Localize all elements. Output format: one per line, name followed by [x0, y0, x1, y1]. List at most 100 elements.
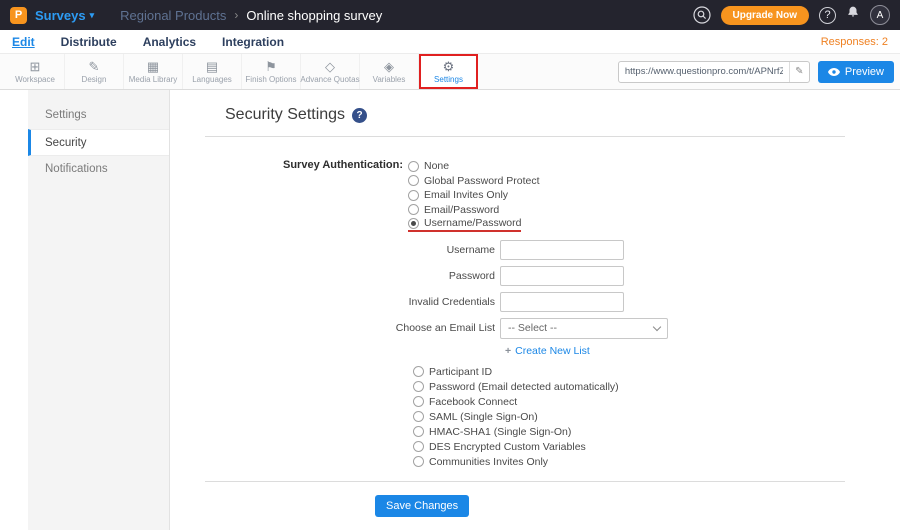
radio-label: Email Invites Only [424, 189, 509, 202]
radio-email-invites-only[interactable]: Email Invites Only [408, 188, 508, 203]
radio-circle-icon[interactable] [413, 411, 424, 423]
breadcrumb: Regional Products › Online shopping surv… [120, 8, 382, 23]
edit-url-pencil-icon[interactable]: ✎ [788, 61, 809, 82]
divider [205, 136, 845, 137]
help-circle-icon[interactable]: ? [352, 107, 368, 123]
radio-label: Password (Email detected automatically) [429, 380, 619, 393]
create-new-list-link[interactable]: + Create New List [505, 345, 590, 357]
credential-fields: Username Password Invalid Credentials Ch… [225, 239, 845, 357]
radio-circle-selected-icon[interactable] [408, 217, 419, 229]
toolbar-label: Design [81, 74, 107, 84]
radio-label: DES Encrypted Custom Variables [429, 440, 586, 453]
sidebar-item-settings[interactable]: Settings [28, 102, 169, 129]
finish-options-icon: ⚑ [265, 58, 277, 74]
radio-circle-icon[interactable] [413, 366, 424, 378]
main-nav: Edit Distribute Analytics Integration Re… [0, 30, 900, 53]
toolbar-item-languages[interactable]: ▤ Languages [183, 54, 242, 89]
upgrade-now-button[interactable]: Upgrade Now [720, 5, 809, 25]
divider [205, 481, 845, 482]
toolbar-label: Settings [434, 74, 463, 84]
workspace-icon: ⊞ [29, 58, 41, 74]
breadcrumb-current: Online shopping survey [246, 7, 383, 23]
tab-edit[interactable]: Edit [12, 35, 35, 49]
responses-count[interactable]: Responses: 2 [821, 36, 888, 48]
help-icon[interactable]: ? [819, 6, 836, 24]
radio-circle-icon[interactable] [408, 175, 419, 187]
radio-label: Participant ID [429, 365, 493, 378]
radio-none[interactable]: None [408, 159, 449, 174]
radio-email-password[interactable]: Email/Password [408, 203, 499, 218]
toolbar-label: Media Library [128, 74, 178, 84]
settings-gear-icon: ⚙ [442, 58, 455, 74]
toolbar-item-variables[interactable]: ◈ Variables [360, 54, 419, 89]
radio-label: Communities Invites Only [429, 455, 549, 468]
username-field[interactable] [500, 239, 624, 260]
radio-circle-icon[interactable] [408, 160, 419, 172]
create-new-list-label: Create New List [515, 344, 590, 357]
toolbar-item-finish-options[interactable]: ⚑ Finish Options [242, 54, 301, 89]
advance-quotas-icon: ◇ [325, 58, 335, 74]
toolbar-label: Workspace [15, 74, 55, 84]
toolbar-label: Variables [372, 74, 406, 84]
surveys-menu[interactable]: Surveys ▾ [35, 8, 94, 23]
top-bar: P Surveys ▾ Regional Products › Online s… [0, 0, 900, 30]
chevron-down-icon: ▾ [89, 9, 95, 20]
security-form: Survey Authentication: None Global Passw… [205, 159, 845, 517]
radio-communities-invites-only[interactable]: Communities Invites Only [413, 455, 548, 470]
tab-analytics[interactable]: Analytics [143, 35, 196, 49]
toolbar-label: Advance Quotas [300, 74, 360, 84]
more-auth-options: Participant ID Password (Email detected … [413, 365, 845, 470]
plus-icon: + [505, 344, 512, 357]
toolbar-item-media-library[interactable]: ▦ Media Library [124, 54, 183, 89]
radio-global-password-protect[interactable]: Global Password Protect [408, 174, 540, 189]
toolbar-item-workspace[interactable]: ⊞ Workspace [6, 54, 65, 89]
toolbar-label: Finish Options [245, 74, 297, 84]
toolbar-item-settings[interactable]: ⚙ Settings [419, 54, 478, 89]
radio-circle-icon[interactable] [413, 396, 424, 408]
toolbar-item-advance-quotas[interactable]: ◇ Advance Quotas [300, 54, 360, 89]
radio-hmac-sha1[interactable]: HMAC-SHA1 (Single Sign-On) [413, 425, 571, 440]
toolbar-item-design[interactable]: ✎ Design [65, 54, 124, 89]
radio-circle-icon[interactable] [408, 189, 419, 201]
radio-saml-single-sign-on[interactable]: SAML (Single Sign-On) [413, 410, 538, 425]
settings-sidebar: Settings Security Notifications [28, 90, 170, 530]
page-title: Security Settings [225, 106, 346, 123]
radio-circle-icon[interactable] [413, 381, 424, 393]
sidebar-item-security[interactable]: Security [28, 129, 169, 156]
radio-des-encrypted-custom-variables[interactable]: DES Encrypted Custom Variables [413, 440, 586, 455]
invalid-credentials-field[interactable] [500, 291, 624, 312]
breadcrumb-parent[interactable]: Regional Products [120, 8, 226, 23]
avatar[interactable]: A [870, 5, 890, 25]
sidebar-item-notifications[interactable]: Notifications [28, 156, 169, 183]
radio-username-password[interactable]: Username/Password [408, 217, 522, 232]
search-icon[interactable] [692, 6, 711, 24]
edit-toolbar: ⊞ Workspace ✎ Design ▦ Media Library ▤ L… [0, 53, 900, 90]
radio-label: HMAC-SHA1 (Single Sign-On) [429, 425, 572, 438]
preview-button-label: Preview [844, 65, 884, 78]
radio-circle-icon[interactable] [413, 426, 424, 438]
radio-circle-icon[interactable] [413, 441, 424, 453]
auth-radio-group: None Global Password Protect Email Invit… [408, 159, 540, 232]
radio-circle-icon[interactable] [413, 456, 424, 468]
radio-facebook-connect[interactable]: Facebook Connect [413, 395, 517, 410]
radio-label: Global Password Protect [424, 174, 540, 187]
radio-label: Facebook Connect [429, 395, 518, 408]
preview-button[interactable]: Preview [817, 60, 894, 83]
email-list-select[interactable]: -- Select -- [500, 317, 668, 339]
radio-password-email-detected[interactable]: Password (Email detected automatically) [413, 380, 619, 395]
survey-url-input[interactable] [618, 66, 789, 77]
surveys-menu-label: Surveys [35, 7, 86, 23]
design-icon: ✎ [88, 58, 100, 74]
invalid-credentials-label: Invalid Credentials [408, 295, 495, 308]
save-changes-button[interactable]: Save Changes [375, 495, 470, 517]
tab-distribute[interactable]: Distribute [61, 35, 117, 49]
radio-participant-id[interactable]: Participant ID [413, 365, 492, 380]
radio-label: Email/Password [424, 203, 500, 216]
tab-integration[interactable]: Integration [222, 35, 284, 49]
notifications-bell-icon[interactable] [846, 5, 860, 25]
left-gutter [0, 90, 28, 530]
password-field[interactable] [500, 265, 624, 286]
email-list-selected-value: -- Select -- [508, 322, 558, 334]
radio-circle-icon[interactable] [408, 204, 419, 216]
eye-icon [827, 67, 840, 76]
